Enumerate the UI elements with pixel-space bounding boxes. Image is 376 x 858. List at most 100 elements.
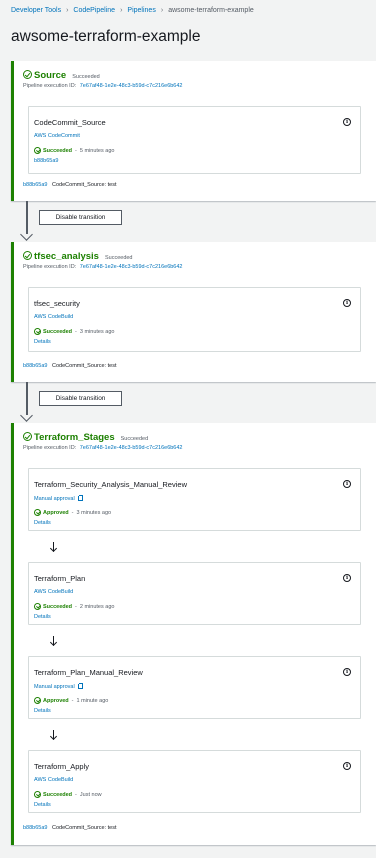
- action-detail: Details: [34, 614, 51, 620]
- pipeline-execution-id: Pipeline execution ID: 7e67af48-1e2e-48c…: [23, 83, 183, 89]
- check-circle-icon: [34, 603, 41, 610]
- arrow-down-icon: [49, 730, 59, 742]
- breadcrumb-current: awsome-terraform-example: [168, 7, 254, 14]
- action-provider: AWS CodeBuild: [34, 589, 73, 595]
- stage-transition: Disable transition: [0, 201, 376, 242]
- arrow-down-icon: [49, 636, 59, 648]
- action-status: Succeeded - Just now: [34, 791, 102, 798]
- stage-status: Succeeded: [120, 436, 149, 442]
- check-circle-icon: [34, 697, 41, 704]
- status-label: Succeeded: [43, 147, 73, 154]
- info-icon[interactable]: i: [343, 574, 351, 582]
- arrow-down-icon: [20, 228, 33, 241]
- action-status: Approved - 1 minute ago: [34, 697, 108, 704]
- execution-id-link[interactable]: 7e67af48-1e2e-48c3-b59d-c7c216e6b642: [80, 445, 183, 451]
- disable-transition-button[interactable]: Disable transition: [39, 391, 122, 406]
- stage-status: Succeeded: [104, 255, 133, 261]
- pipeline-execution-id: Pipeline execution ID: 7e67af48-1e2e-48c…: [23, 264, 183, 270]
- details-link[interactable]: Details: [34, 339, 51, 345]
- breadcrumb-pipelines[interactable]: Pipelines: [127, 7, 155, 14]
- provider-link[interactable]: AWS CodeBuild: [34, 314, 73, 320]
- action-card: Terraform_Security_Analysis_Manual_Revie…: [28, 468, 361, 531]
- action-name: tfsec_security: [34, 299, 80, 308]
- execution-id-label: Pipeline execution ID:: [23, 83, 77, 89]
- status-label: Approved: [43, 509, 69, 516]
- action-card: Terraform_Plan i AWS CodeBuild Succeeded…: [28, 562, 361, 625]
- breadcrumb-codepipeline[interactable]: CodePipeline: [73, 7, 115, 14]
- action-card: Terraform_Plan_Manual_Review i Manual ap…: [28, 656, 361, 719]
- status-time: 3 minutes ago: [79, 328, 115, 335]
- info-icon[interactable]: i: [343, 299, 351, 307]
- info-icon[interactable]: i: [343, 668, 351, 676]
- check-circle-icon: [23, 432, 32, 441]
- status-time: Just now: [79, 791, 102, 798]
- status-separator: -: [75, 328, 77, 335]
- commit-message: CodeCommit_Source: test: [52, 825, 117, 831]
- status-separator: -: [71, 697, 74, 704]
- provider-link[interactable]: AWS CodeCommit: [34, 133, 80, 139]
- commit-id-link[interactable]: b88b65a9: [23, 363, 47, 369]
- stage-header: Terraform_Stages Succeeded: [23, 431, 148, 443]
- stage-footer: b88b65a9 CodeCommit_Source: test: [23, 182, 117, 188]
- commit-id-link[interactable]: b88b65a9: [23, 825, 47, 831]
- provider-link[interactable]: Manual approval: [34, 496, 75, 502]
- provider-link[interactable]: Manual approval: [34, 684, 75, 690]
- status-time: 3 minutes ago: [76, 509, 112, 516]
- execution-id-link[interactable]: 7e67af48-1e2e-48c3-b59d-c7c216e6b642: [80, 83, 183, 89]
- details-link[interactable]: Details: [34, 802, 51, 808]
- stage-footer: b88b65a9 CodeCommit_Source: test: [23, 825, 117, 831]
- stage-header: Source Succeeded: [23, 69, 100, 81]
- external-link-icon: [77, 495, 84, 501]
- breadcrumb-developer-tools[interactable]: Developer Tools: [11, 7, 61, 14]
- commit-message: CodeCommit_Source: test: [52, 182, 117, 188]
- check-circle-icon: [34, 791, 41, 798]
- info-icon[interactable]: i: [343, 480, 351, 488]
- action-card: tfsec_security i AWS CodeBuild Succeeded…: [28, 287, 361, 352]
- provider-link[interactable]: AWS CodeBuild: [34, 777, 73, 783]
- execution-id-label: Pipeline execution ID:: [23, 445, 77, 451]
- action-name: CodeCommit_Source: [34, 118, 106, 127]
- chevron-right-icon: ›: [160, 7, 164, 14]
- action-provider: Manual approval: [34, 495, 84, 502]
- action-name: Terraform_Plan_Manual_Review: [34, 668, 143, 677]
- check-circle-icon: [34, 509, 41, 516]
- commit-id-link[interactable]: b88b65a9: [23, 182, 47, 188]
- status-separator: -: [75, 147, 77, 154]
- details-link[interactable]: Details: [34, 708, 51, 714]
- status-separator: -: [75, 791, 77, 798]
- check-circle-icon: [34, 328, 41, 335]
- provider-link[interactable]: AWS CodeBuild: [34, 589, 73, 595]
- status-separator: -: [75, 603, 77, 610]
- stage-terraform-stages: Terraform_Stages Succeeded Pipeline exec…: [11, 423, 376, 845]
- action-provider: AWS CodeCommit: [34, 133, 80, 139]
- info-icon[interactable]: i: [343, 762, 351, 770]
- execution-id-link[interactable]: 7e67af48-1e2e-48c3-b59d-c7c216e6b642: [80, 264, 183, 270]
- chevron-right-icon: ›: [120, 7, 123, 14]
- commit-message: CodeCommit_Source: test: [52, 363, 117, 369]
- status-time: 5 minutes ago: [79, 147, 115, 154]
- details-link[interactable]: Details: [34, 520, 51, 526]
- info-icon[interactable]: i: [343, 118, 351, 126]
- stage-footer: b88b65a9 CodeCommit_Source: test: [23, 363, 117, 369]
- pipeline-execution-id: Pipeline execution ID: 7e67af48-1e2e-48c…: [23, 445, 183, 451]
- action-detail: Details: [34, 708, 51, 714]
- action-name: Terraform_Plan: [34, 574, 86, 583]
- status-separator: -: [71, 509, 74, 516]
- stage-header: tfsec_analysis Succeeded: [23, 250, 133, 262]
- stage-transition: Disable transition: [0, 382, 376, 423]
- action-name: Terraform_Security_Analysis_Manual_Revie…: [34, 480, 187, 489]
- status-time: 1 minute ago: [76, 697, 109, 704]
- details-link[interactable]: Details: [34, 614, 51, 620]
- action-status: Succeeded - 5 minutes ago: [34, 147, 114, 154]
- stage-status: Succeeded: [72, 74, 100, 80]
- status-time: 2 minutes ago: [79, 603, 115, 610]
- action-provider: AWS CodeBuild: [34, 777, 73, 783]
- commit-link[interactable]: b88b65a9: [34, 158, 58, 164]
- status-label: Succeeded: [43, 328, 73, 335]
- stage-tfsec-analysis: tfsec_analysis Succeeded Pipeline execut…: [11, 242, 376, 382]
- action-provider: AWS CodeBuild: [34, 314, 73, 320]
- arrow-down-icon: [49, 542, 59, 554]
- disable-transition-button[interactable]: Disable transition: [39, 210, 122, 225]
- arrow-down-icon: [20, 409, 33, 422]
- check-circle-icon: [23, 251, 32, 260]
